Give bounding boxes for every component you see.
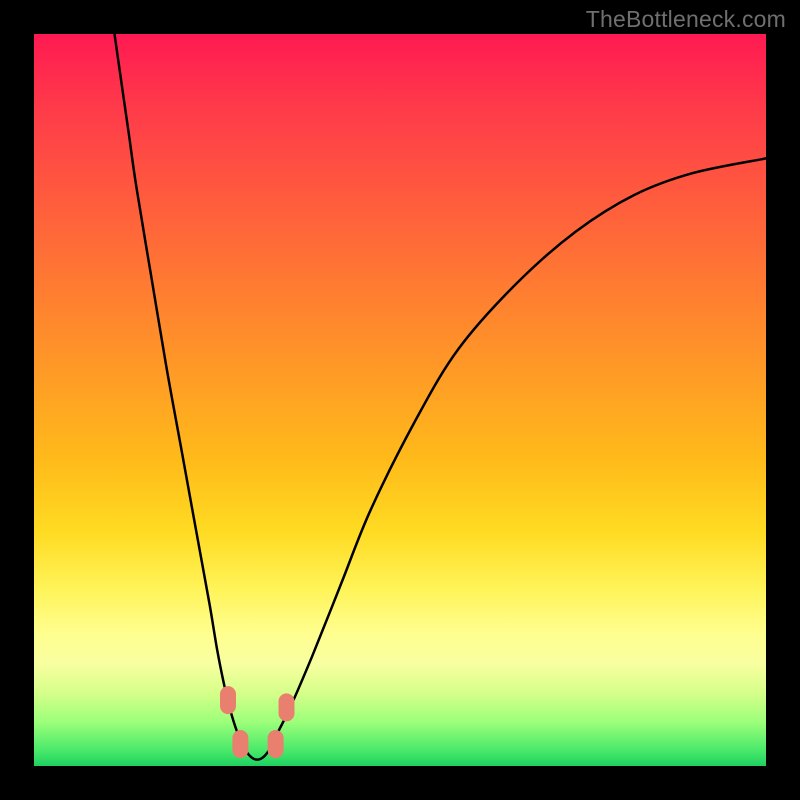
trough-marker (268, 730, 284, 758)
plot-area (34, 34, 766, 766)
chart-frame: TheBottleneck.com (0, 0, 800, 800)
trough-marker (232, 730, 248, 758)
curve-svg (34, 34, 766, 766)
bottleneck-curve (115, 34, 767, 760)
trough-marker (279, 693, 295, 721)
watermark-text: TheBottleneck.com (586, 6, 786, 33)
trough-marker (220, 686, 236, 714)
